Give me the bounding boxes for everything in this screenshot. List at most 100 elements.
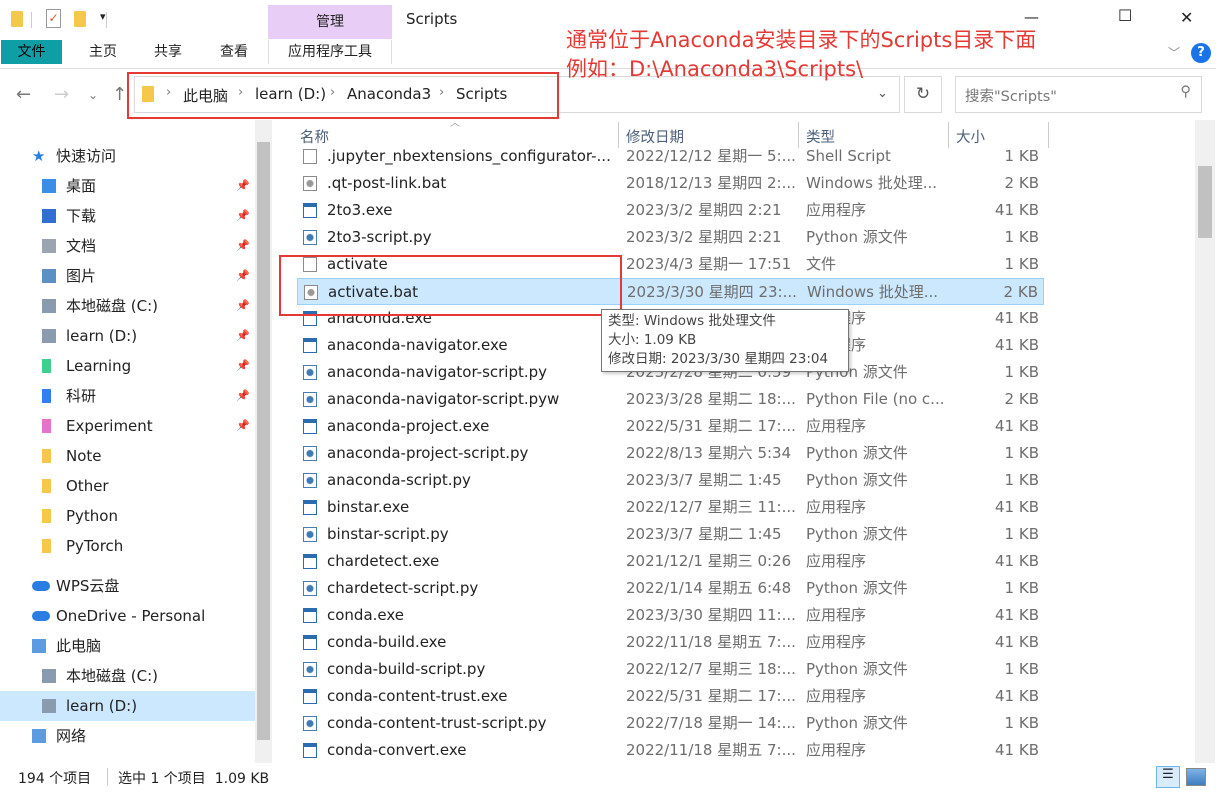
column-header-date[interactable]: 修改日期	[626, 126, 684, 147]
file-row[interactable]: anaconda-navigator-script.pyw 2023/3/28 星…	[297, 386, 1044, 413]
back-button[interactable]: ←	[16, 84, 31, 105]
py-file-icon	[303, 527, 317, 542]
exe-file-icon	[303, 554, 317, 569]
file-row[interactable]: anaconda-project.exe 2022/5/31 星期二 17:...…	[297, 413, 1044, 440]
column-header-size[interactable]: 大小	[956, 126, 985, 147]
file-size: 1 KB	[1004, 660, 1039, 678]
file-row[interactable]: anaconda-script.py 2023/3/7 星期二 1:45 Pytho…	[297, 467, 1044, 494]
column-header-name[interactable]: 名称	[300, 126, 329, 147]
file-size: 1 KB	[1004, 255, 1039, 273]
file-date: 2023/3/2 星期四 2:21	[626, 201, 782, 219]
file-name: conda-build.exe	[327, 633, 447, 651]
file-row[interactable]: conda-content-trust-script.py 2022/7/18 星…	[297, 710, 1044, 737]
tooltip-type: 类型: Windows 批处理文件	[608, 313, 776, 329]
file-type: Windows 批处理...	[807, 283, 939, 301]
file-row[interactable]: conda-build-script.py 2022/12/7 星期三 18:..…	[297, 656, 1044, 683]
file-size: 41 KB	[995, 201, 1039, 219]
context-tab-manage[interactable]: 管理	[268, 5, 392, 39]
properties-icon[interactable]: ✓	[46, 9, 61, 28]
file-date: 2018/12/13 星期四 2:...	[626, 174, 796, 192]
file-size: 1 KB	[1004, 363, 1039, 381]
expand-ribbon-icon[interactable]: ﹀	[1168, 44, 1180, 61]
py-file-icon	[303, 716, 317, 731]
help-button[interactable]: ?	[1191, 43, 1211, 63]
py-file-icon	[303, 581, 317, 596]
tooltip-date: 修改日期: 2023/3/30 星期四 23:04	[608, 351, 829, 367]
exe-file-icon	[303, 608, 317, 623]
file-list: .jupyter_nbextensions_configurator-... 20…	[0, 148, 1195, 763]
file-size: 1 KB	[1004, 579, 1039, 597]
tab-app-tools[interactable]: 应用程序工具	[268, 40, 392, 64]
file-name: binstar-script.py	[327, 525, 449, 543]
file-date: 2023/3/30 星期四 23:...	[627, 283, 797, 301]
file-type: Python File (no c...	[806, 390, 945, 408]
file-date: 2022/12/12 星期一 5:...	[626, 148, 796, 165]
maximize-button[interactable]: ☐	[1118, 6, 1132, 25]
file-row[interactable]: conda-convert.exe 2022/11/18 星期五 7:... 应用程…	[297, 737, 1044, 763]
bat-file-icon	[303, 176, 317, 191]
tab-home[interactable]: 主页	[74, 40, 132, 64]
search-input[interactable]: 搜索"Scripts" ⚲	[955, 76, 1202, 113]
file-name: conda.exe	[327, 606, 405, 624]
file-row[interactable]: .qt-post-link.bat 2018/12/13 星期四 2:... Win…	[297, 170, 1044, 197]
file-type: 应用程序	[806, 687, 867, 705]
refresh-button[interactable]: ↻	[904, 76, 942, 113]
new-folder-icon[interactable]	[74, 11, 86, 27]
file-name: binstar.exe	[327, 498, 410, 516]
customize-toolbar-icon[interactable]: ▾	[100, 10, 106, 23]
file-row[interactable]: 2to3-script.py 2023/3/2 星期四 2:21 Python 源文…	[297, 224, 1044, 251]
file-row[interactable]: 2to3.exe 2023/3/2 星期四 2:21 应用程序 41 KB	[297, 197, 1044, 224]
exe-file-icon	[303, 203, 317, 218]
file-row[interactable]: binstar-script.py 2023/3/7 星期二 1:45 Python…	[297, 521, 1044, 548]
close-button[interactable]: ✕	[1180, 8, 1193, 27]
file-date: 2023/3/28 星期二 18:...	[626, 390, 796, 408]
file-row[interactable]: .jupyter_nbextensions_configurator-... 20…	[297, 148, 1044, 170]
exe-file-icon	[303, 500, 317, 515]
py-file-icon	[303, 446, 317, 461]
highlight-activate-box	[279, 255, 622, 316]
file-row[interactable]: chardetect-script.py 2022/1/14 星期五 6:48 Py…	[297, 575, 1044, 602]
highlight-address-box	[127, 72, 559, 119]
annotation-line-2: 例如：D:\Anaconda3\Scripts\	[566, 57, 864, 81]
file-date: 2022/7/18 星期一 14:...	[626, 714, 796, 732]
py-file-icon	[303, 473, 317, 488]
exe-file-icon	[303, 689, 317, 704]
file-date: 2023/3/7 星期二 1:45	[626, 525, 782, 543]
file-type: 应用程序	[806, 498, 867, 516]
file-name: anaconda-script.py	[327, 471, 471, 489]
recent-locations-button[interactable]: ⌄	[88, 88, 98, 102]
up-button[interactable]: ↑	[112, 84, 127, 105]
file-type: Python 源文件	[806, 444, 908, 462]
file-name: anaconda-navigator.exe	[327, 336, 508, 354]
file-name: anaconda-navigator-script.pyw	[327, 390, 560, 408]
file-file-icon	[303, 149, 317, 164]
py-file-icon	[303, 230, 317, 245]
file-type: 应用程序	[806, 741, 867, 759]
exe-file-icon	[303, 743, 317, 758]
file-row[interactable]: anaconda-project-script.py 2022/8/13 星期六 …	[297, 440, 1044, 467]
file-row[interactable]: conda-content-trust.exe 2022/5/31 星期二 17:…	[297, 683, 1044, 710]
file-date: 2021/12/1 星期三 0:26	[626, 552, 792, 570]
tab-view[interactable]: 查看	[204, 40, 264, 64]
column-header-type[interactable]: 类型	[806, 126, 835, 147]
file-date: 2022/5/31 星期二 17:...	[626, 687, 796, 705]
file-scroll-thumb[interactable]	[1198, 166, 1212, 238]
details-view-button[interactable]: ☰	[1156, 766, 1180, 788]
file-date: 2022/11/18 星期五 7:...	[626, 741, 796, 759]
file-list-scrollbar[interactable]	[1195, 120, 1215, 763]
file-type: Python 源文件	[806, 660, 908, 678]
large-icons-view-button[interactable]	[1186, 768, 1206, 786]
file-size: 41 KB	[995, 741, 1039, 759]
tab-file[interactable]: 文件	[1, 40, 62, 64]
file-row[interactable]: binstar.exe 2022/12/7 星期三 11:... 应用程序 41 KB	[297, 494, 1044, 521]
file-name: conda-content-trust-script.py	[327, 714, 547, 732]
file-row[interactable]: conda-build.exe 2022/11/18 星期五 7:... 应用程序 4…	[297, 629, 1044, 656]
file-size: 1 KB	[1004, 471, 1039, 489]
tab-share[interactable]: 共享	[138, 40, 198, 64]
file-size: 2 KB	[1003, 283, 1038, 301]
file-type: Windows 批处理...	[806, 174, 938, 192]
file-row[interactable]: conda.exe 2023/3/30 星期四 11:... 应用程序 41 KB	[297, 602, 1044, 629]
address-dropdown-icon[interactable]: ⌄	[877, 86, 888, 101]
file-row[interactable]: chardetect.exe 2021/12/1 星期三 0:26 应用程序 41 K…	[297, 548, 1044, 575]
forward-button[interactable]: →	[54, 84, 69, 105]
